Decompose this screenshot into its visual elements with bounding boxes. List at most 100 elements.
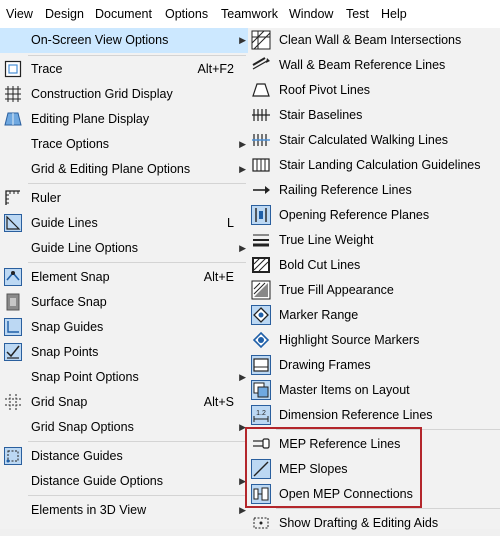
menu-document[interactable]: Document bbox=[95, 0, 152, 28]
railing-reference-icon bbox=[251, 180, 271, 200]
submenu-arrow-icon: ▶ bbox=[239, 35, 246, 45]
reference-lines-icon bbox=[251, 55, 271, 75]
menu-item-construction-grid-display[interactable]: Construction Grid Display bbox=[0, 82, 248, 107]
submenu-item-clean-intersections[interactable]: Clean Wall & Beam Intersections bbox=[248, 28, 500, 53]
submenu-item-railing-reference-lines[interactable]: Railing Reference Lines bbox=[248, 178, 500, 203]
menu-item-distance-guides[interactable]: Distance Guides bbox=[0, 444, 248, 469]
submenu-item-wall-beam-reference-lines[interactable]: Wall & Beam Reference Lines bbox=[248, 53, 500, 78]
drafting-aids-icon bbox=[251, 513, 271, 533]
submenu-item-bold-cut-lines[interactable]: Bold Cut Lines bbox=[248, 253, 500, 278]
menu-item-element-snap[interactable]: Element Snap Alt+E bbox=[0, 265, 248, 290]
submenu-item-show-drafting-editing-aids[interactable]: Show Drafting & Editing Aids bbox=[248, 511, 500, 536]
submenu-item-label: Bold Cut Lines bbox=[279, 258, 361, 272]
submenu-item-label: True Line Weight bbox=[279, 233, 374, 247]
stair-baselines-icon bbox=[251, 105, 271, 125]
submenu-item-label: Stair Landing Calculation Guidelines bbox=[279, 158, 481, 172]
menu-item-editing-plane-display[interactable]: Editing Plane Display bbox=[0, 107, 248, 132]
menu-item-label: Trace Options bbox=[31, 137, 110, 151]
guide-lines-icon bbox=[4, 214, 22, 232]
stair-walking-lines-icon bbox=[251, 130, 271, 150]
editing-plane-icon bbox=[4, 110, 22, 128]
master-items-icon bbox=[251, 380, 271, 400]
submenu-item-marker-range[interactable]: Marker Range bbox=[248, 303, 500, 328]
snap-guides-icon bbox=[4, 318, 22, 336]
menu-item-label: Snap Guides bbox=[31, 320, 104, 334]
menu-item-grid-snap[interactable]: Grid Snap Alt+S bbox=[0, 390, 248, 415]
menu-item-label: Snap Point Options bbox=[31, 370, 139, 384]
menu-item-grid-editing-plane-options[interactable]: Grid & Editing Plane Options ▶ bbox=[0, 157, 248, 182]
submenu-arrow-icon: ▶ bbox=[239, 139, 246, 149]
menu-separator bbox=[28, 262, 246, 263]
menu-item-ruler[interactable]: Ruler bbox=[0, 186, 248, 211]
bold-cut-icon bbox=[251, 255, 271, 275]
menu-item-snap-guides[interactable]: Snap Guides bbox=[0, 315, 248, 340]
menu-window[interactable]: Window bbox=[289, 0, 333, 28]
submenu-item-drawing-frames[interactable]: Drawing Frames bbox=[248, 353, 500, 378]
menu-item-distance-guide-options[interactable]: Distance Guide Options ▶ bbox=[0, 469, 248, 494]
distance-guides-icon bbox=[4, 447, 22, 465]
menu-item-trace[interactable]: Trace Alt+F2 bbox=[0, 57, 248, 82]
submenu-item-roof-pivot-lines[interactable]: Roof Pivot Lines bbox=[248, 78, 500, 103]
submenu-item-master-items-on-layout[interactable]: Master Items on Layout bbox=[248, 378, 500, 403]
menu-item-snap-points[interactable]: Snap Points bbox=[0, 340, 248, 365]
submenu-item-label: Wall & Beam Reference Lines bbox=[279, 58, 446, 72]
submenu-item-true-fill-appearance[interactable]: True Fill Appearance bbox=[248, 278, 500, 303]
submenu-item-label: Dimension Reference Lines bbox=[279, 408, 433, 422]
submenu-item-dimension-reference-lines[interactable]: 1.2 Dimension Reference Lines bbox=[248, 403, 500, 428]
marker-range-icon bbox=[251, 305, 271, 325]
submenu-item-label: Drawing Frames bbox=[279, 358, 371, 372]
line-weight-icon bbox=[251, 230, 271, 250]
menu-item-label: Elements in 3D View bbox=[31, 503, 147, 517]
menu-item-snap-point-options[interactable]: Snap Point Options ▶ bbox=[0, 365, 248, 390]
submenu-item-true-line-weight[interactable]: True Line Weight bbox=[248, 228, 500, 253]
menu-item-label: Grid Snap Options bbox=[31, 420, 134, 434]
element-snap-icon bbox=[4, 268, 22, 286]
menu-item-elements-in-3d-view[interactable]: Elements in 3D View ▶ bbox=[0, 498, 248, 523]
roof-pivot-icon bbox=[251, 80, 271, 100]
menu-item-guide-line-options[interactable]: Guide Line Options ▶ bbox=[0, 236, 248, 261]
submenu-item-label: Stair Baselines bbox=[279, 108, 363, 122]
submenu-item-label: Stair Calculated Walking Lines bbox=[279, 133, 449, 147]
submenu-item-label: Clean Wall & Beam Intersections bbox=[279, 33, 462, 47]
stair-landing-icon bbox=[251, 155, 271, 175]
menu-item-label: Distance Guide Options bbox=[31, 474, 164, 488]
menu-item-on-screen-view-options[interactable]: On-Screen View Options ▶ bbox=[0, 28, 248, 53]
menu-teamwork[interactable]: Teamwork bbox=[221, 0, 278, 28]
menu-item-label: Grid & Editing Plane Options bbox=[31, 162, 191, 176]
fill-appearance-icon bbox=[251, 280, 271, 300]
grid-snap-icon bbox=[4, 393, 22, 411]
submenu-arrow-icon: ▶ bbox=[239, 243, 246, 253]
submenu-item-stair-baselines[interactable]: Stair Baselines bbox=[248, 103, 500, 128]
menu-item-trace-options[interactable]: Trace Options ▶ bbox=[0, 132, 248, 157]
menu-item-label: Trace bbox=[31, 62, 63, 76]
menu-separator bbox=[28, 495, 246, 496]
submenu-item-stair-walking-lines[interactable]: Stair Calculated Walking Lines bbox=[248, 128, 500, 153]
drawing-frames-icon bbox=[251, 355, 271, 375]
submenu-item-label: Roof Pivot Lines bbox=[279, 83, 371, 97]
submenu-item-highlight-source-markers[interactable]: Highlight Source Markers bbox=[248, 328, 500, 353]
submenu-item-label: Marker Range bbox=[279, 308, 359, 322]
menu-design[interactable]: Design bbox=[45, 0, 84, 28]
menu-item-shortcut: Alt+F2 bbox=[197, 62, 234, 76]
menu-item-label: Element Snap bbox=[31, 270, 110, 284]
menu-bar: View Design Document Options Teamwork Wi… bbox=[0, 0, 500, 29]
menu-view[interactable]: View bbox=[6, 0, 33, 28]
menu-help[interactable]: Help bbox=[381, 0, 407, 28]
menu-item-surface-snap[interactable]: Surface Snap bbox=[0, 290, 248, 315]
menu-options[interactable]: Options bbox=[165, 0, 208, 28]
menu-item-grid-snap-options[interactable]: Grid Snap Options ▶ bbox=[0, 415, 248, 440]
submenu-item-label: True Fill Appearance bbox=[279, 283, 394, 297]
submenu-item-stair-landing-guidelines[interactable]: Stair Landing Calculation Guidelines bbox=[248, 153, 500, 178]
menu-test[interactable]: Test bbox=[346, 0, 369, 28]
menu-item-label: Grid Snap bbox=[31, 395, 88, 409]
submenu-item-label: Master Items on Layout bbox=[279, 383, 410, 397]
surface-snap-icon bbox=[4, 293, 22, 311]
menu-item-shortcut: L bbox=[227, 216, 234, 230]
submenu-arrow-icon: ▶ bbox=[239, 164, 246, 174]
menu-item-label: Editing Plane Display bbox=[31, 112, 150, 126]
menu-item-guide-lines[interactable]: Guide Lines L bbox=[0, 211, 248, 236]
submenu-item-opening-reference-planes[interactable]: Opening Reference Planes bbox=[248, 203, 500, 228]
menu-item-label: Surface Snap bbox=[31, 295, 107, 309]
dimension-reference-icon: 1.2 bbox=[251, 405, 271, 425]
dimension-icon-text: 1.2 bbox=[256, 410, 266, 417]
